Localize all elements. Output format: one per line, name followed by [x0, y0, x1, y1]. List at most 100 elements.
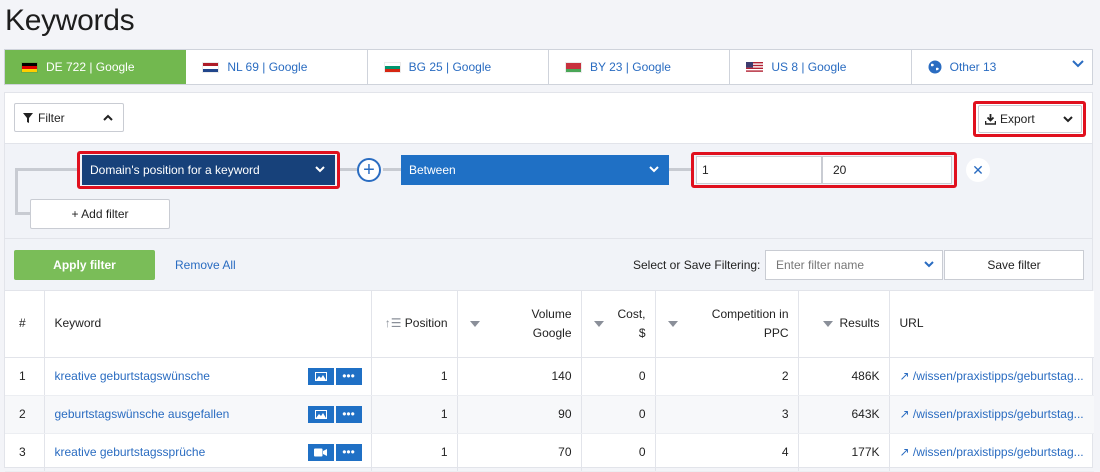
image-icon [314, 409, 327, 419]
col-volume-sub: Google [532, 325, 572, 340]
col-cost-label: Cost, [617, 306, 646, 321]
results-cell: 643K [798, 395, 890, 434]
range-from-input[interactable] [696, 156, 822, 184]
netherlands-flag-icon [202, 61, 220, 73]
more-actions-button[interactable]: ••• [335, 405, 362, 423]
col-cost[interactable]: Cost, $ [581, 291, 656, 358]
col-results-label: Results [839, 316, 880, 331]
image-serp-button[interactable] [307, 367, 334, 385]
apply-filter-button[interactable]: Apply filter [14, 250, 155, 280]
sort-icon [823, 320, 834, 327]
more-actions-button[interactable]: ••• [335, 443, 362, 461]
url-link[interactable]: ↗ /wissen/praxistipps/geburtstag... [890, 369, 1095, 383]
position-cell: 1 [371, 433, 458, 472]
volume-cell: 140 [457, 357, 582, 396]
chevron-down-icon [1063, 116, 1073, 123]
url-link[interactable]: ↗ /wissen/praxistipps/geburtstag... [890, 407, 1095, 421]
position-cell: 1 [371, 395, 458, 434]
external-link-icon: ↗ [899, 369, 913, 383]
sort-icon [593, 320, 604, 327]
remove-condition-button[interactable]: ✕ [966, 158, 990, 182]
belarus-flag-icon [564, 61, 582, 73]
external-link-icon: ↗ [899, 445, 913, 459]
chevron-down-icon[interactable] [1072, 60, 1084, 68]
more-icon: ••• [342, 445, 355, 459]
save-filter-button[interactable]: Save filter [944, 250, 1084, 280]
chevron-up-icon [103, 114, 113, 121]
sort-icon [469, 320, 480, 327]
competition-cell: 3 [655, 395, 799, 434]
url-text: /wissen/praxistipps/geburtstag... [912, 445, 1084, 459]
col-results[interactable]: Results [798, 291, 890, 358]
cost-cell: 0 [581, 395, 656, 434]
tab-by[interactable]: BY 23 | Google [549, 50, 731, 84]
keywords-panel: Filter Export Domain's position for a ke… [4, 92, 1094, 472]
tab-us[interactable]: US 8 | Google [730, 50, 912, 84]
video-serp-button[interactable] [307, 443, 334, 461]
col-url: URL [889, 291, 1094, 358]
results-cell: 177K [798, 433, 890, 472]
position-cell: 1 [371, 357, 458, 396]
more-icon: ••• [342, 407, 355, 421]
add-filter-button[interactable]: + Add filter [30, 199, 170, 229]
keyword-link[interactable]: kreative geburtstagssprüche [55, 445, 206, 459]
filter-name-placeholder: Enter filter name [776, 258, 865, 272]
tab-de[interactable]: DE 722 | Google [5, 50, 187, 84]
export-button[interactable]: Export [978, 105, 1082, 133]
video-icon [314, 448, 327, 456]
tab-nl[interactable]: NL 69 | Google [186, 50, 368, 84]
save-filtering-label: Select or Save Filtering: [633, 258, 761, 272]
close-icon: ✕ [972, 161, 984, 178]
plus-icon: + [363, 159, 375, 181]
usa-flag-icon [746, 61, 764, 73]
row-num: 2 [5, 395, 45, 434]
tab-label: DE 722 | Google [46, 60, 135, 74]
chevron-down-icon [924, 261, 934, 268]
col-competition[interactable]: Competition in PPC [655, 291, 799, 358]
filter-operator-select[interactable]: Between [401, 155, 669, 185]
col-volume-label: Volume [531, 306, 572, 321]
remove-all-link[interactable]: Remove All [175, 258, 236, 272]
image-serp-button[interactable] [307, 405, 334, 423]
col-position-label: Position [404, 316, 448, 331]
sort-asc-icon: ↑☰ [384, 316, 402, 331]
tab-bg[interactable]: BG 25 | Google [368, 50, 549, 84]
filter-toggle-button[interactable]: Filter [14, 103, 124, 132]
sort-icon [667, 320, 678, 327]
filter-field-select[interactable]: Domain's position for a keyword [82, 155, 335, 185]
download-icon [985, 113, 996, 125]
chevron-down-icon [315, 166, 325, 173]
keyword-link[interactable]: geburtstagswünsche ausgefallen [55, 407, 230, 421]
more-icon: ••• [342, 369, 355, 383]
filter-label: Filter [38, 110, 65, 125]
col-competition-label: Competition in [711, 306, 789, 321]
range-to-input[interactable] [822, 156, 952, 184]
url-link[interactable]: ↗ /wissen/praxistipps/geburtstag... [890, 445, 1095, 459]
filter-builder: Domain's position for a keyword + Betwee… [5, 143, 1092, 239]
filter-name-select[interactable]: Enter filter name [765, 250, 943, 280]
competition-cell: 4 [655, 433, 799, 472]
row-num: 1 [5, 357, 45, 396]
export-label: Export [1000, 112, 1035, 126]
germany-flag-icon [21, 61, 38, 73]
tab-other[interactable]: Other 13 [912, 50, 1092, 84]
tab-label: NL 69 | Google [227, 60, 308, 74]
volume-cell: 70 [457, 433, 582, 472]
col-keyword[interactable]: Keyword [44, 291, 372, 358]
more-actions-button[interactable]: ••• [335, 367, 362, 385]
competition-cell: 2 [655, 357, 799, 396]
table-row: 2 geburtstagswünsche ausgefallen ••• 1 9… [5, 395, 1095, 434]
tab-label: BY 23 | Google [589, 60, 671, 74]
col-volume[interactable]: Volume Google [457, 291, 582, 358]
keyword-link[interactable]: kreative geburtstagswünsche [55, 369, 210, 383]
keywords-table: # Keyword ↑☰ Position Volume Google Cost,… [5, 291, 1094, 472]
filter-field-label: Domain's position for a keyword [90, 163, 260, 177]
add-condition-button[interactable]: + [357, 158, 381, 182]
tab-label: BG 25 | Google [408, 60, 492, 74]
page-title: Keywords [5, 4, 135, 37]
col-cost-sub: $ [638, 325, 646, 340]
volume-cell: 90 [457, 395, 582, 434]
col-competition-sub: PPC [763, 325, 789, 340]
col-position[interactable]: ↑☰ Position [371, 291, 458, 358]
table-row: 1 kreative geburtstagswünsche ••• 1 140 … [5, 357, 1095, 396]
